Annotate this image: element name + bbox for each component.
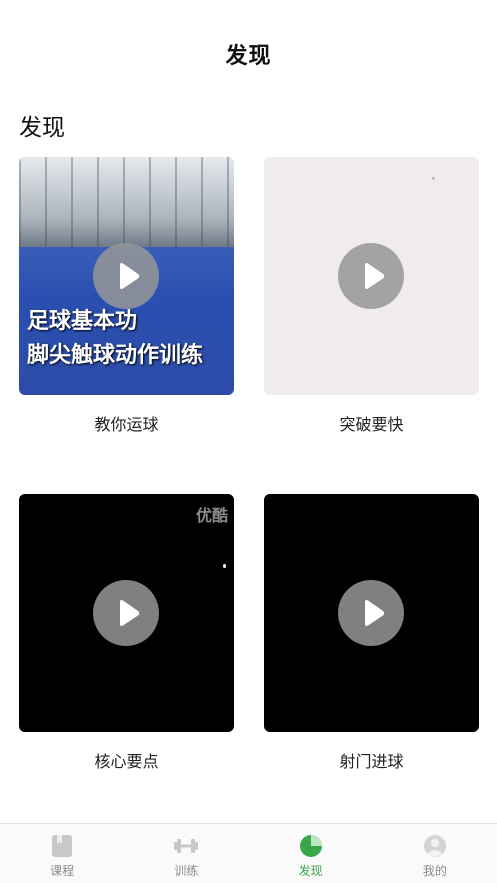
tab-label: 课程 (50, 864, 75, 878)
video-thumbnail[interactable]: 足球基本功 脚尖触球动作训练 (19, 157, 234, 395)
video-card-shooting[interactable]: 射门进球 (264, 494, 479, 772)
video-title[interactable]: 核心要点 (19, 748, 234, 772)
dumbbell-icon (174, 839, 199, 853)
tab-training[interactable]: 训练 (124, 824, 248, 883)
tab-discover[interactable]: 发现 (249, 824, 373, 883)
play-button[interactable] (338, 243, 404, 309)
watermark-text: 优酷 (195, 506, 228, 525)
tab-label: 发现 (298, 864, 323, 878)
play-icon (365, 600, 385, 626)
page-title: 发现 (225, 44, 272, 69)
tab-label: 我的 (422, 864, 447, 878)
video-thumbnail[interactable] (264, 157, 479, 395)
play-button[interactable] (93, 580, 159, 646)
video-title[interactable]: 教你运球 (19, 411, 234, 435)
caption-line-2: 脚尖触球动作训练 (27, 343, 204, 368)
play-icon (120, 600, 140, 626)
caption-line-1: 足球基本功 (27, 309, 138, 334)
video-thumbnail[interactable]: 优酷 (19, 494, 234, 732)
play-icon (120, 263, 140, 289)
video-title[interactable]: 射门进球 (264, 748, 479, 772)
video-card-dribbling[interactable]: 足球基本功 脚尖触球动作训练 教你运球 (19, 157, 234, 435)
tab-courses[interactable]: 课程 (0, 824, 124, 883)
stadium-background (19, 157, 234, 247)
user-icon (423, 835, 446, 857)
tab-profile[interactable]: 我的 (373, 824, 497, 883)
bottom-tab-bar: 课程 训练 发现 我的 (0, 823, 497, 883)
video-title[interactable]: 突破要快 (264, 411, 479, 435)
play-button[interactable] (338, 580, 404, 646)
thumbnail-speck (432, 177, 435, 180)
pie-chart-icon (299, 835, 322, 857)
section-title: 发现 (19, 115, 65, 141)
thumbnail-speck (223, 564, 226, 568)
play-button[interactable] (93, 243, 159, 309)
video-card-key-points[interactable]: 优酷 核心要点 (19, 494, 234, 772)
video-card-breakthrough[interactable]: 突破要快 (264, 157, 479, 435)
book-icon (52, 835, 73, 857)
tab-label: 训练 (174, 864, 199, 878)
video-thumbnail[interactable] (264, 494, 479, 732)
play-icon (365, 263, 385, 289)
video-caption: 足球基本功 脚尖触球动作训练 (27, 305, 203, 373)
